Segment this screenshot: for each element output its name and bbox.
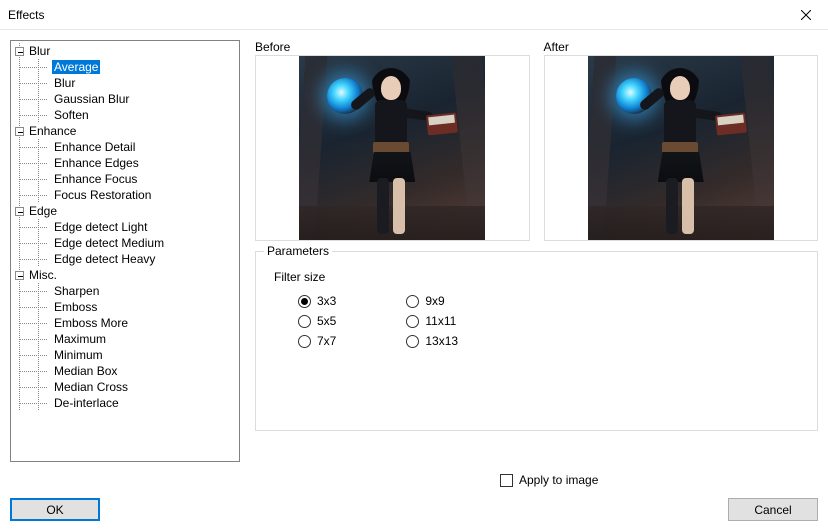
tree-item-label: Emboss <box>52 300 99 314</box>
preview-row: Before After <box>255 40 818 241</box>
tree-item-label: Emboss More <box>52 316 130 330</box>
tree-item[interactable]: Median Box <box>11 363 239 379</box>
tree-item-label: Enhance Focus <box>52 172 139 186</box>
tree-item-label: Maximum <box>52 332 108 346</box>
tree-item-label: Soften <box>52 108 91 122</box>
radio-label: 3x3 <box>317 294 336 308</box>
tree-item[interactable]: Maximum <box>11 331 239 347</box>
tree-category[interactable]: Enhance <box>11 123 239 139</box>
collapse-icon[interactable] <box>15 207 24 216</box>
filter-size-option[interactable]: 13x13 <box>406 334 458 348</box>
radio-icon[interactable] <box>406 335 419 348</box>
tree-item-label: Blur <box>52 76 77 90</box>
effects-tree[interactable]: BlurAverageBlurGaussian BlurSoftenEnhanc… <box>10 40 240 462</box>
radio-icon[interactable] <box>298 315 311 328</box>
tree-item-label: Median Cross <box>52 380 130 394</box>
radio-icon[interactable] <box>298 295 311 308</box>
collapse-icon[interactable] <box>15 271 24 280</box>
tree-item-label: Edge detect Light <box>52 220 149 234</box>
tree-item-label: Misc. <box>27 268 59 282</box>
parameters-title: Parameters <box>264 244 332 258</box>
filter-size-options: 3x3 5x5 7x7 9x9 11x11 13x13 <box>270 294 803 348</box>
tree-item-label: Enhance Edges <box>52 156 141 170</box>
apply-label: Apply to image <box>519 473 598 487</box>
radio-label: 9x9 <box>425 294 444 308</box>
radio-label: 11x11 <box>425 314 456 328</box>
radio-icon[interactable] <box>298 335 311 348</box>
ok-button[interactable]: OK <box>10 498 100 521</box>
tree-item-label: Gaussian Blur <box>52 92 131 106</box>
radio-label: 7x7 <box>317 334 336 348</box>
tree-category[interactable]: Blur <box>11 43 239 59</box>
tree-item[interactable]: Emboss More <box>11 315 239 331</box>
close-icon <box>801 10 811 20</box>
tree-item[interactable]: Minimum <box>11 347 239 363</box>
radio-icon[interactable] <box>406 295 419 308</box>
apply-to-image[interactable]: Apply to image <box>500 473 598 487</box>
apply-checkbox[interactable] <box>500 474 513 487</box>
preview-after: After <box>544 40 819 241</box>
tree-item[interactable]: De-interlace <box>11 395 239 411</box>
tree-item-label: Edge <box>27 204 59 218</box>
preview-before-image <box>299 56 485 240</box>
tree-item[interactable]: Edge detect Light <box>11 219 239 235</box>
filter-size-option[interactable]: 5x5 <box>298 314 336 328</box>
preview-before-frame <box>255 55 530 241</box>
tree-item[interactable]: Enhance Detail <box>11 139 239 155</box>
tree-item-label: Edge detect Medium <box>52 236 166 250</box>
filter-size-option[interactable]: 3x3 <box>298 294 336 308</box>
preview-after-label: After <box>544 40 819 54</box>
close-button[interactable] <box>783 0 828 30</box>
tree-item[interactable]: Soften <box>11 107 239 123</box>
cancel-button[interactable]: Cancel <box>728 498 818 521</box>
tree-item-label: Sharpen <box>52 284 101 298</box>
tree-item[interactable]: Emboss <box>11 299 239 315</box>
tree-item[interactable]: Focus Restoration <box>11 187 239 203</box>
titlebar: Effects <box>0 0 828 30</box>
tree-category[interactable]: Misc. <box>11 267 239 283</box>
tree-item[interactable]: Enhance Edges <box>11 155 239 171</box>
tree-item-label: Blur <box>27 44 52 58</box>
tree-item[interactable]: Enhance Focus <box>11 171 239 187</box>
tree-item-label: De-interlace <box>52 396 121 410</box>
tree-item-label: Edge detect Heavy <box>52 252 157 266</box>
dialog-buttons: OK Cancel <box>10 498 818 521</box>
tree-item-label: Focus Restoration <box>52 188 153 202</box>
filter-size-option[interactable]: 11x11 <box>406 314 458 328</box>
tree-item-label: Minimum <box>52 348 105 362</box>
tree-item[interactable]: Median Cross <box>11 379 239 395</box>
tree-item-label: Median Box <box>52 364 119 378</box>
radio-label: 5x5 <box>317 314 336 328</box>
radio-icon[interactable] <box>406 315 419 328</box>
preview-after-frame <box>544 55 819 241</box>
filter-size-option[interactable]: 7x7 <box>298 334 336 348</box>
tree-item-label: Average <box>52 60 100 74</box>
radio-label: 13x13 <box>425 334 458 348</box>
tree-category[interactable]: Edge <box>11 203 239 219</box>
filter-size-option[interactable]: 9x9 <box>406 294 458 308</box>
dialog-content: BlurAverageBlurGaussian BlurSoftenEnhanc… <box>10 40 818 483</box>
tree-item[interactable]: Edge detect Heavy <box>11 251 239 267</box>
tree-item-label: Enhance Detail <box>52 140 137 154</box>
tree-item[interactable]: Blur <box>11 75 239 91</box>
window-title: Effects <box>8 8 44 22</box>
tree-item[interactable]: Gaussian Blur <box>11 91 239 107</box>
tree-item[interactable]: Sharpen <box>11 283 239 299</box>
tree-item-label: Enhance <box>27 124 78 138</box>
preview-before-label: Before <box>255 40 530 54</box>
right-panel: Before After <box>255 40 818 483</box>
preview-after-image <box>588 56 774 240</box>
collapse-icon[interactable] <box>15 47 24 56</box>
preview-before: Before <box>255 40 530 241</box>
parameters-group: Parameters Filter size 3x35x57x7 9x911x1… <box>255 251 818 431</box>
filter-size-label: Filter size <box>274 270 803 284</box>
collapse-icon[interactable] <box>15 127 24 136</box>
tree-item[interactable]: Edge detect Medium <box>11 235 239 251</box>
tree-item[interactable]: Average <box>11 59 239 75</box>
